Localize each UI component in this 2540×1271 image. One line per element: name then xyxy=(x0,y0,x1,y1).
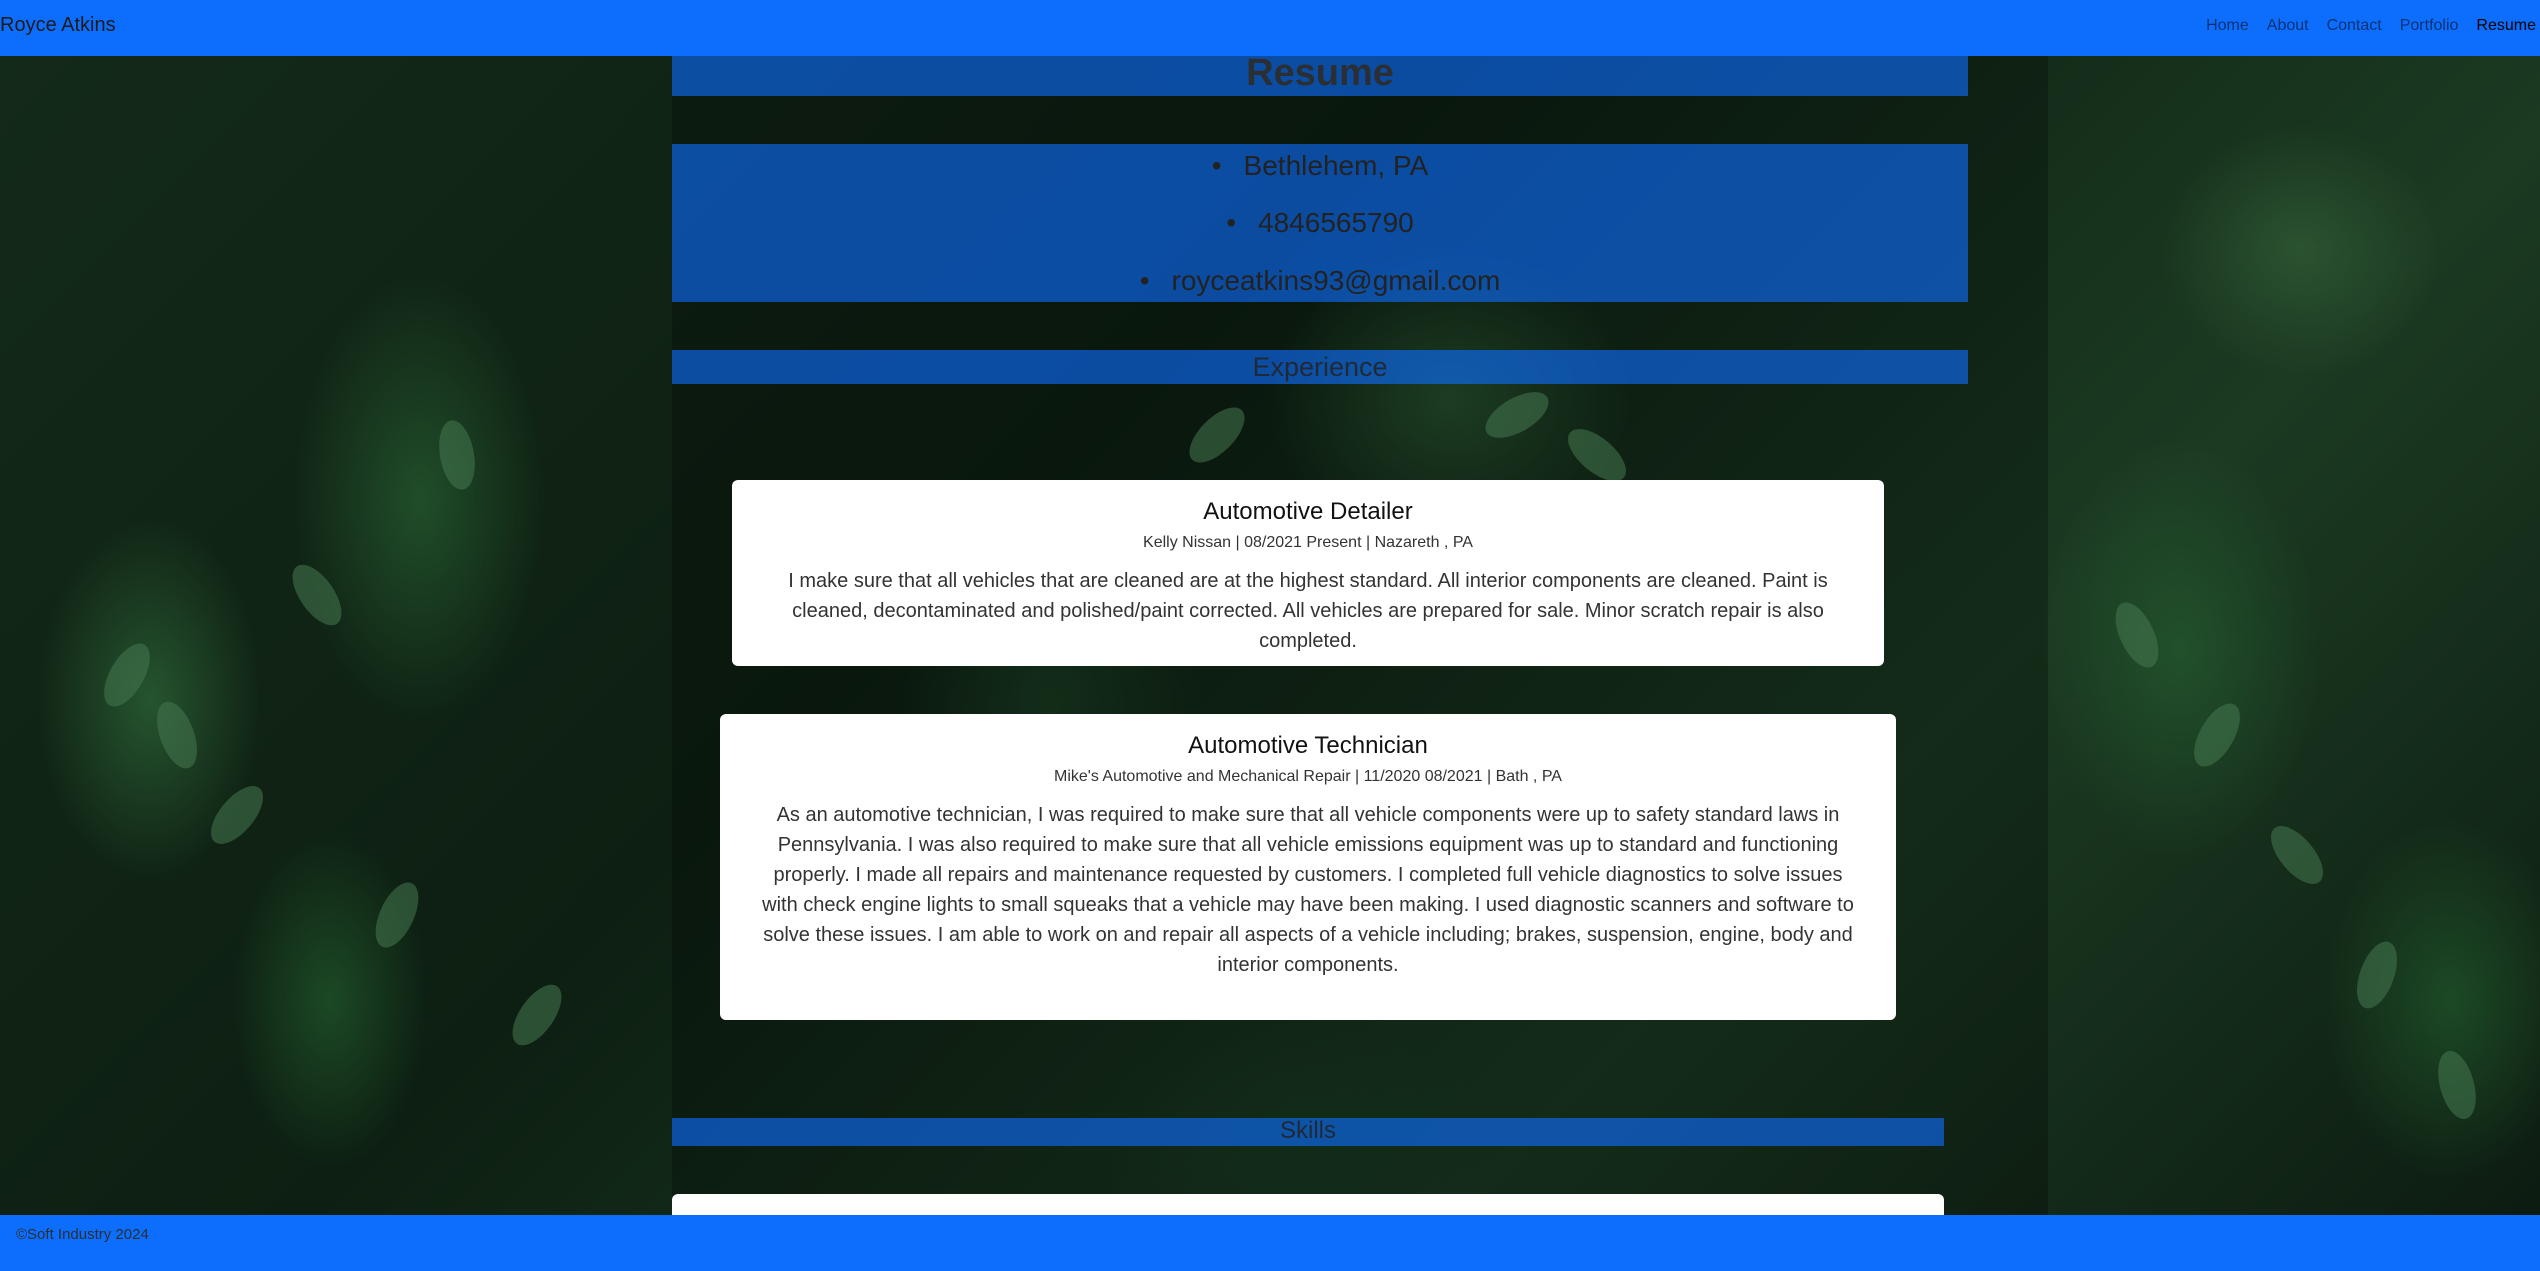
skills-section-header: Skills xyxy=(672,1117,1944,1146)
job-description: I make sure that all vehicles that are c… xyxy=(788,570,1828,652)
experience-card: Automotive Technician Mike's Automotive … xyxy=(720,714,1896,1020)
contact-phone: 4846565790 xyxy=(672,207,1968,239)
contact-location: Bethlehem, PA xyxy=(672,150,1968,182)
navbar-brand[interactable]: Royce Atkins xyxy=(0,14,116,37)
footer: ©Soft Industry 2024 xyxy=(0,1215,2540,1271)
page-title: Resume xyxy=(1246,52,1394,94)
contact-email: royceatkins93@gmail.com xyxy=(672,265,1968,297)
nav-link-about[interactable]: About xyxy=(2267,17,2309,35)
job-meta: Mike's Automotive and Mechanical Repair … xyxy=(1054,768,1562,785)
nav-link-home[interactable]: Home xyxy=(2206,17,2249,35)
job-title: Automotive Technician xyxy=(1188,732,1428,759)
nav-links: Home About Contact Portfolio Resume xyxy=(2206,17,2536,35)
job-meta: Kelly Nissan | 08/2021 Present | Nazaret… xyxy=(1143,534,1473,551)
nav-link-contact[interactable]: Contact xyxy=(2327,17,2382,35)
experience-heading: Experience xyxy=(1252,352,1388,382)
nav-link-resume[interactable]: Resume xyxy=(2476,17,2536,35)
experience-card: Automotive Detailer Kelly Nissan | 08/20… xyxy=(732,480,1884,666)
job-title: Automotive Detailer xyxy=(1203,498,1413,525)
contact-section: Bethlehem, PA 4846565790 royceatkins93@g… xyxy=(672,144,1968,302)
footer-copyright: ©Soft Industry 2024 xyxy=(16,1226,149,1243)
skills-heading: Skills xyxy=(1279,1117,1336,1144)
navbar: Royce Atkins Home About Contact Portfoli… xyxy=(0,0,2540,56)
nav-link-portfolio[interactable]: Portfolio xyxy=(2400,17,2459,35)
job-description: As an automotive technician, I was requi… xyxy=(762,804,1854,976)
experience-section-header: Experience xyxy=(672,350,1968,384)
title-section: Resume xyxy=(672,52,1968,96)
